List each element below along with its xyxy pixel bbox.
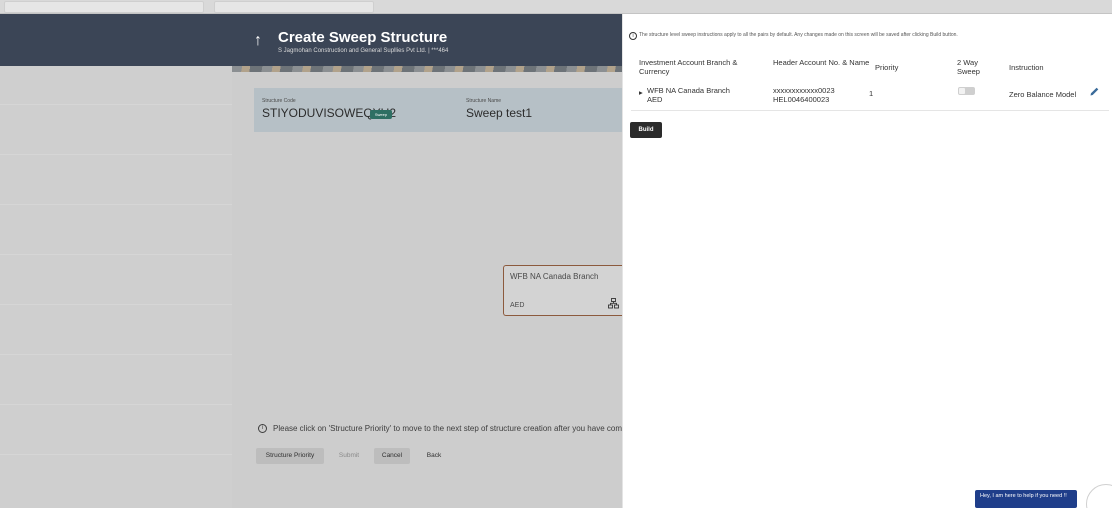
column-header-two-way-sweep: 2 Way Sweep [957,58,980,76]
structure-type-badge: Sweep [370,110,392,119]
divider [0,404,232,405]
divider [0,454,232,455]
top-bar-segment [4,1,204,13]
info-message: i Please click on 'Structure Priority' to… [258,424,640,434]
panel-note: i The structure level sweep instructions … [629,32,1009,40]
left-navigation-header [0,14,232,66]
row-priority: 1 [869,89,874,98]
divider [0,204,232,205]
divider [0,254,232,255]
structure-name-label: Structure Name [466,98,502,104]
toggle-knob [959,88,965,94]
row-instruction: Zero Balance Model [1009,90,1077,99]
info-icon: i [258,424,267,434]
two-way-sweep-toggle[interactable] [958,87,975,95]
row-account-no: xxxxxxxxxxxx0023 [773,86,835,95]
column-header-account: Header Account No. & Name [773,58,870,67]
structure-priority-button[interactable]: Structure Priority [256,448,324,464]
page-header: ↑ Create Sweep Structure S Jagmohan Cons… [232,14,622,66]
column-header-priority: Priority [875,63,899,72]
build-button[interactable]: Build [630,122,662,138]
account-node-card[interactable]: WFB NA Canada Branch AED [503,265,622,316]
hierarchy-icon[interactable] [608,298,619,312]
back-arrow-icon[interactable]: ↑ [254,32,262,50]
divider [0,104,232,105]
sweep-instructions-panel: i The structure level sweep instructions … [622,14,1112,508]
info-icon: i [629,32,637,40]
top-bar-search [214,1,374,13]
page-subtitle: S Jagmohan Construction and General Supl… [278,48,449,54]
info-message-text: Please click on 'Structure Priority' to … [273,424,640,433]
edit-pencil-icon[interactable] [1089,86,1100,100]
node-currency: AED [510,302,525,309]
left-navigation [0,14,232,508]
cancel-button[interactable]: Cancel [374,448,410,464]
divider [0,154,232,155]
top-bar [0,0,1112,14]
row-expand-icon[interactable]: ▸ [639,88,643,97]
divider [0,354,232,355]
back-button[interactable]: Back [416,448,452,464]
node-branch-name: WFB NA Canada Branch [510,272,599,281]
column-header-branch: Investment Account Branch & Currency [639,58,738,76]
structure-summary-card: Structure Code STIYODUVISOWEQYU2 Sweep S… [254,88,622,132]
divider [0,304,232,305]
row-branch-name: WFB NA Canada Branch [647,86,730,95]
row-divider [631,110,1109,111]
column-header-instruction: Instruction [1009,63,1044,72]
panel-note-text: The structure level sweep instructions a… [639,32,958,38]
row-account-name: HEL0046400023 [773,95,830,104]
structure-code-label: Structure Code [262,98,296,104]
row-currency: AED [647,95,663,104]
submit-button[interactable]: Submit [330,448,368,464]
structure-name-value: Sweep test1 [466,106,533,120]
page-title: Create Sweep Structure [278,29,448,46]
chatbot-message[interactable]: Hey, I am here to help if you need !! [975,490,1077,508]
